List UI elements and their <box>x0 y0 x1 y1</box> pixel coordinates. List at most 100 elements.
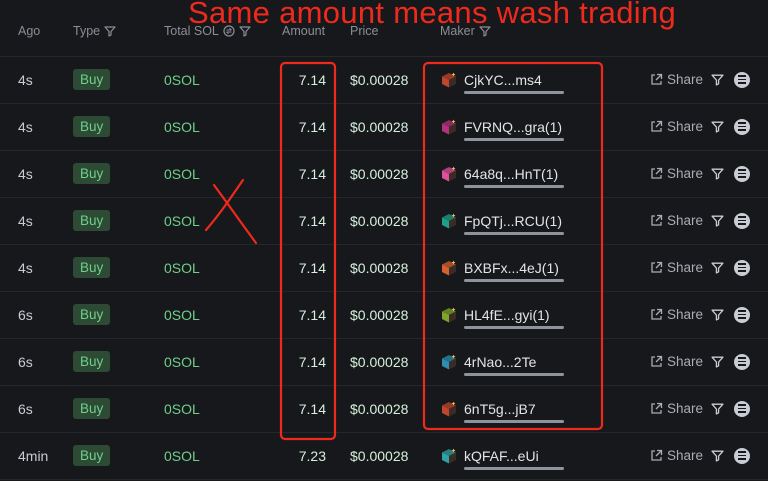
row-menu-button[interactable] <box>734 338 750 385</box>
filter-maker-button[interactable] <box>711 197 724 244</box>
table-row[interactable]: 4min Buy 0SOL 7.23 $0.00028 kQFAF...eUi <box>0 432 768 480</box>
trade-price: $0.00028 <box>350 259 409 276</box>
buy-badge: Buy <box>73 351 111 372</box>
total-sol: 0SOL <box>164 259 200 276</box>
maker-wallet[interactable]: HL4fE...gyi(1) <box>440 291 564 338</box>
total-sol: 0SOL <box>164 165 200 182</box>
share-icon <box>651 73 663 85</box>
filter-icon <box>711 168 724 180</box>
maker-wallet[interactable]: 4rNao...2Te <box>440 338 564 385</box>
trade-age: 4s <box>18 165 33 182</box>
trade-amount: 7.14 <box>298 71 326 88</box>
maker-holding-bar <box>464 137 564 141</box>
maker-address[interactable]: BXBFx...4eJ(1) <box>464 260 559 276</box>
maker-address[interactable]: kQFAF...eUi <box>464 448 539 464</box>
table-row[interactable]: 4s Buy 0SOL 7.14 $0.00028 BXBFx...4eJ(1) <box>0 244 768 292</box>
share-button[interactable]: Share <box>650 197 703 244</box>
maker-holding-bar <box>464 325 564 329</box>
filter-maker-button[interactable] <box>711 103 724 150</box>
column-type[interactable]: Type <box>73 24 116 38</box>
row-menu-button[interactable] <box>734 197 750 244</box>
trade-type: Buy <box>73 56 111 103</box>
maker-wallet[interactable]: FpQTj...RCU(1) <box>440 197 564 244</box>
share-button[interactable]: Share <box>650 432 703 479</box>
menu-icon <box>734 447 750 464</box>
filter-maker-button[interactable] <box>711 338 724 385</box>
maker-wallet[interactable]: kQFAF...eUi <box>440 432 564 479</box>
row-menu-button[interactable] <box>734 56 750 103</box>
maker-address[interactable]: 4rNao...2Te <box>464 354 536 370</box>
column-ago-label: Ago <box>18 24 41 38</box>
share-button[interactable]: Share <box>650 244 703 291</box>
filter-maker-button[interactable] <box>711 150 724 197</box>
share-label: Share <box>667 354 704 369</box>
row-menu-button[interactable] <box>734 150 750 197</box>
trade-amount: 7.14 <box>298 259 326 276</box>
share-button[interactable]: Share <box>650 150 703 197</box>
maker-address[interactable]: HL4fE...gyi(1) <box>464 307 550 323</box>
filter-maker-button[interactable] <box>711 291 724 338</box>
row-menu-button[interactable] <box>734 385 750 432</box>
maker-avatar-icon <box>442 401 456 416</box>
trade-age: 6s <box>18 400 33 417</box>
maker-wallet[interactable]: 64a8q...HnT(1) <box>440 150 564 197</box>
trade-age: 4min <box>18 447 49 464</box>
table-row[interactable]: 4s Buy 0SOL 7.14 $0.00028 CjkYC...ms4 Sh… <box>0 56 768 104</box>
filter-icon <box>711 215 724 227</box>
trade-type: Buy <box>73 338 111 385</box>
share-button[interactable]: Share <box>650 291 703 338</box>
row-menu-button[interactable] <box>734 291 750 338</box>
maker-wallet[interactable]: CjkYC...ms4 <box>440 56 564 103</box>
filter-icon[interactable] <box>104 25 116 37</box>
share-icon <box>651 449 663 461</box>
trade-type: Buy <box>73 150 111 197</box>
filter-maker-button[interactable] <box>711 385 724 432</box>
share-icon <box>651 355 663 367</box>
maker-holding-bar <box>464 419 564 423</box>
maker-wallet[interactable]: FVRNQ...gra(1) <box>440 103 564 150</box>
table-row[interactable]: 4s Buy 0SOL 7.14 $0.00028 64a8q...HnT(1) <box>0 150 768 198</box>
buy-badge: Buy <box>73 210 111 231</box>
maker-address[interactable]: CjkYC...ms4 <box>464 72 542 88</box>
trade-age: 6s <box>18 353 33 370</box>
row-menu-button[interactable] <box>734 432 750 479</box>
table-row[interactable]: 4s Buy 0SOL 7.14 $0.00028 FpQTj...RCU(1) <box>0 197 768 245</box>
maker-address[interactable]: 6nT5g...jB7 <box>464 401 536 417</box>
maker-address[interactable]: FpQTj...RCU(1) <box>464 213 562 229</box>
filter-maker-button[interactable] <box>711 244 724 291</box>
row-menu-button[interactable] <box>734 244 750 291</box>
filter-maker-button[interactable] <box>711 56 724 103</box>
maker-holding-bar <box>464 466 564 470</box>
trade-type: Buy <box>73 244 111 291</box>
maker-avatar-icon <box>442 72 456 87</box>
maker-wallet[interactable]: 6nT5g...jB7 <box>440 385 564 432</box>
menu-icon <box>734 259 750 276</box>
filter-maker-button[interactable] <box>711 432 724 479</box>
share-button[interactable]: Share <box>650 56 703 103</box>
maker-avatar-icon <box>442 213 456 228</box>
share-button[interactable]: Share <box>650 385 703 432</box>
share-button[interactable]: Share <box>650 338 703 385</box>
trade-type: Buy <box>73 291 111 338</box>
trade-amount: 7.14 <box>298 118 326 135</box>
column-ago[interactable]: Ago <box>18 24 40 38</box>
buy-badge: Buy <box>73 163 111 184</box>
share-icon <box>651 402 663 414</box>
trade-age: 4s <box>18 71 33 88</box>
menu-icon <box>734 165 750 182</box>
maker-address[interactable]: 64a8q...HnT(1) <box>464 166 558 182</box>
table-row[interactable]: 4s Buy 0SOL 7.14 $0.00028 FVRNQ...gra(1) <box>0 103 768 151</box>
maker-wallet[interactable]: BXBFx...4eJ(1) <box>440 244 564 291</box>
buy-badge: Buy <box>73 116 111 137</box>
share-button[interactable]: Share <box>650 103 703 150</box>
row-menu-button[interactable] <box>734 103 750 150</box>
share-label: Share <box>667 401 704 416</box>
menu-icon <box>734 306 750 323</box>
table-row[interactable]: 6s Buy 0SOL 7.14 $0.00028 HL4fE...gyi(1) <box>0 291 768 339</box>
maker-address[interactable]: FVRNQ...gra(1) <box>464 119 562 135</box>
table-row[interactable]: 6s Buy 0SOL 7.14 $0.00028 6nT5g...jB7 Sh… <box>0 385 768 433</box>
table-row[interactable]: 6s Buy 0SOL 7.14 $0.00028 4rNao...2Te Sh… <box>0 338 768 386</box>
share-icon <box>651 214 663 226</box>
trade-age: 6s <box>18 306 33 323</box>
filter-icon <box>711 262 724 274</box>
